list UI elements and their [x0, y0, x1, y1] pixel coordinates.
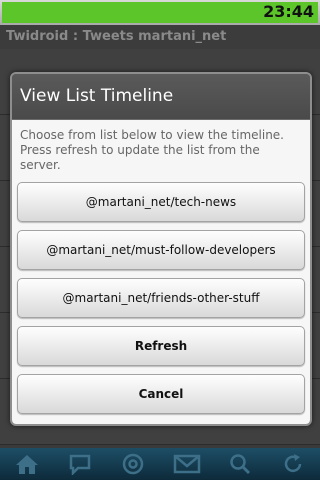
- refresh-icon[interactable]: [279, 452, 307, 476]
- dialog-message: Choose from list below to view the timel…: [20, 128, 284, 172]
- list-button-must-follow-developers[interactable]: @martani_net/must-follow-developers: [17, 230, 305, 270]
- list-button-friends-other-stuff[interactable]: @martani_net/friends-other-stuff: [17, 278, 305, 318]
- cancel-button[interactable]: Cancel: [17, 374, 305, 414]
- bottom-toolbar: [0, 448, 320, 480]
- list-button-tech-news[interactable]: @martani_net/tech-news: [17, 182, 305, 222]
- refresh-button[interactable]: Refresh: [17, 326, 305, 366]
- chat-icon[interactable]: [66, 452, 94, 476]
- search-icon[interactable]: [226, 452, 254, 476]
- mail-icon[interactable]: [173, 452, 201, 476]
- app-title: Twidroid : Tweets martani_net: [0, 25, 320, 49]
- at-icon[interactable]: [119, 452, 147, 476]
- status-bar: @ 23:44: [0, 0, 320, 25]
- home-icon[interactable]: [13, 452, 41, 476]
- dialog-body: Choose from list below to view the timel…: [12, 120, 310, 424]
- dialog-title: View List Timeline: [12, 74, 310, 120]
- clock: 23:44: [263, 2, 314, 21]
- view-list-timeline-dialog: View List Timeline Choose from list belo…: [10, 72, 312, 426]
